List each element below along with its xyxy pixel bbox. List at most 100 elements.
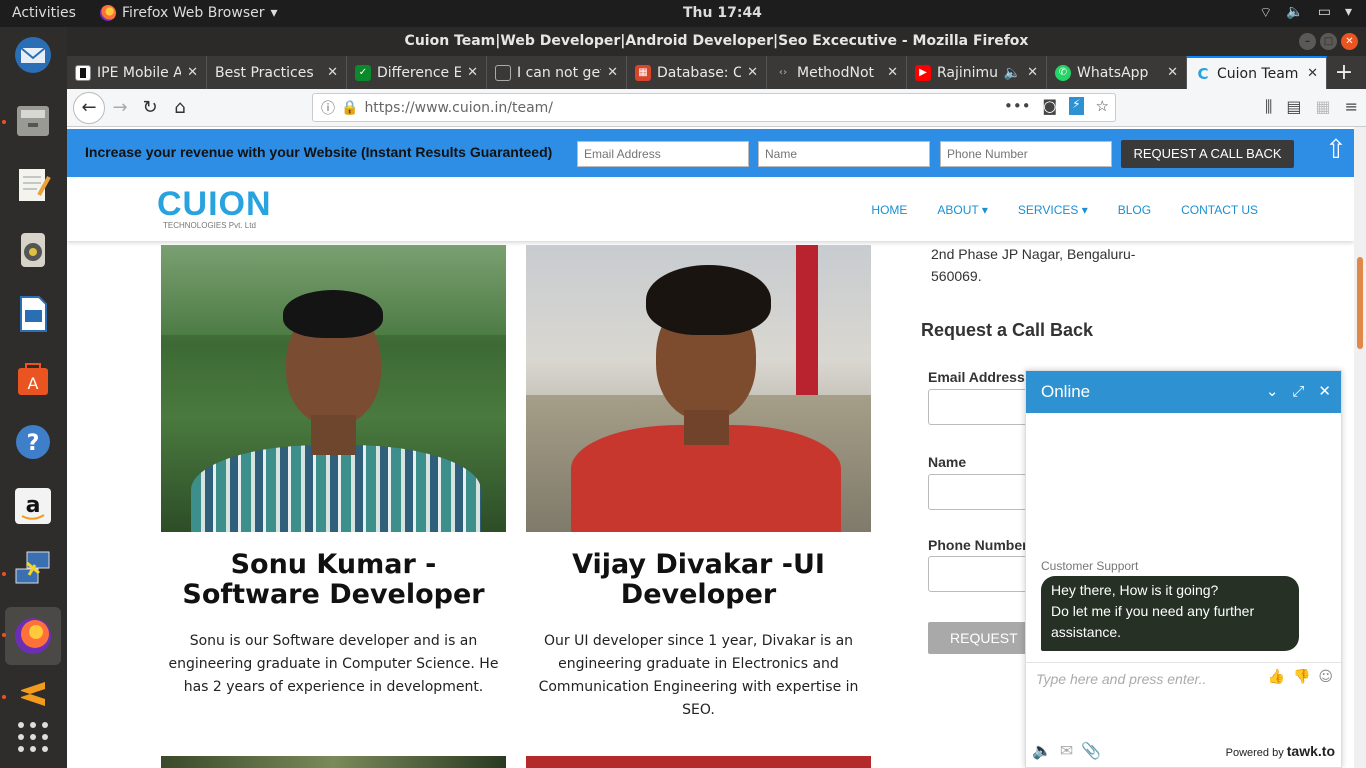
- minimize-button[interactable]: –: [1299, 33, 1316, 50]
- menu-services[interactable]: SERVICES ▾: [1018, 203, 1088, 217]
- firefox-icon: [100, 5, 116, 21]
- close-tab-icon[interactable]: ✕: [607, 65, 618, 80]
- close-tab-icon[interactable]: ✕: [467, 65, 478, 80]
- maximize-button[interactable]: □: [1320, 33, 1337, 50]
- screenshot-icon[interactable]: ▦: [1315, 97, 1330, 117]
- page-actions-icon[interactable]: •••: [1004, 97, 1031, 115]
- request-button[interactable]: REQUEST: [928, 622, 1038, 654]
- app-menu-label: Firefox Web Browser: [122, 5, 265, 21]
- writer-icon[interactable]: [9, 290, 57, 338]
- menu-home[interactable]: HOME: [871, 203, 907, 217]
- lock-icon[interactable]: 🔒: [341, 100, 358, 116]
- info-icon[interactable]: ⓘ: [321, 98, 335, 118]
- tab-ipe-mobile[interactable]: IPE Mobile A ✕: [67, 56, 207, 89]
- request-call-back-button[interactable]: REQUEST A CALL BACK: [1121, 140, 1294, 168]
- close-tab-icon[interactable]: ✕: [327, 65, 338, 80]
- extension-icon[interactable]: ⚡: [1069, 97, 1084, 115]
- name-field[interactable]: [928, 474, 1038, 510]
- member-bio: Sonu is our Software developer and is an…: [168, 633, 499, 695]
- bookmark-star-icon[interactable]: ☆: [1096, 97, 1109, 115]
- checkmark-icon: ✓: [355, 64, 371, 81]
- page-scrollbar[interactable]: [1354, 127, 1366, 768]
- tab-database[interactable]: ▦ Database: C ✕: [627, 56, 767, 89]
- agent-name: Customer Support: [1041, 559, 1139, 573]
- clock[interactable]: Thu 17:44: [683, 5, 762, 21]
- menu-blog[interactable]: BLOG: [1118, 203, 1151, 217]
- app-menu[interactable]: Firefox Web Browser ▾: [100, 5, 278, 21]
- close-tab-icon[interactable]: ✕: [1307, 66, 1318, 81]
- battery-icon: ▭: [1317, 4, 1331, 20]
- url-bar[interactable]: ⓘ 🔒 https://www.cuion.in/team/ ••• ◙ ⚡ ☆: [312, 93, 1116, 122]
- arrow-up-icon[interactable]: ⇧: [1325, 135, 1347, 165]
- tab-rajinimurugan[interactable]: ▶ Rajinimur 🔈 ✕: [907, 56, 1047, 89]
- tab-difference[interactable]: ✓ Difference E ✕: [347, 56, 487, 89]
- show-applications-icon[interactable]: [9, 713, 57, 761]
- close-window-button[interactable]: ✕: [1341, 33, 1358, 50]
- email-label: Email Address: [928, 369, 1025, 385]
- phone-field[interactable]: [928, 556, 1038, 592]
- thumbs-up-icon[interactable]: 👍: [1268, 669, 1285, 685]
- email-icon[interactable]: ✉: [1060, 741, 1073, 760]
- files-icon[interactable]: [9, 97, 57, 145]
- popout-icon[interactable]: ⤢: [1292, 371, 1304, 413]
- thunderbird-icon[interactable]: [9, 31, 57, 79]
- chevron-down-icon[interactable]: ⌄: [1266, 371, 1279, 413]
- sidebar-icon[interactable]: ▤: [1286, 97, 1301, 117]
- text-editor-icon[interactable]: [9, 161, 57, 209]
- thumbs-down-icon[interactable]: 👎: [1293, 669, 1310, 685]
- reload-button[interactable]: ↻: [135, 93, 165, 123]
- email-field[interactable]: [928, 389, 1038, 425]
- member-photo: [526, 245, 871, 532]
- sound-icon[interactable]: 🔈: [1032, 741, 1052, 760]
- cuion-logo[interactable]: CUION TECHNOLOGIES Pvt. Ltd: [157, 187, 272, 230]
- phone-label: Phone Number: [928, 537, 1028, 553]
- pocket-icon[interactable]: ◙: [1043, 97, 1058, 115]
- window-titlebar[interactable]: Cuion Team|Web Developer|Android Develop…: [67, 27, 1366, 56]
- name-label: Name: [928, 454, 967, 470]
- tab-whatsapp[interactable]: ✆ WhatsApp ✕: [1047, 56, 1187, 89]
- promo-phone-input[interactable]: [940, 141, 1112, 167]
- firefox-dock-icon[interactable]: [5, 607, 61, 665]
- rhythmbox-icon[interactable]: [9, 226, 57, 274]
- chat-header[interactable]: Online ⌄ ⤢ ✕: [1026, 371, 1341, 413]
- system-tray[interactable]: ⌔ 🔈 ▭ ▾: [1259, 4, 1352, 22]
- tab-strip: IPE Mobile A ✕ Best Practices ✕ ✓ Differ…: [67, 56, 1366, 89]
- menu-about[interactable]: ABOUT ▾: [937, 203, 987, 217]
- chevron-down-icon: ▾: [270, 5, 278, 21]
- tab-methodnot[interactable]: ‹› MethodNot ✕: [767, 56, 907, 89]
- navigation-bar: ← → ↻ ⌂ ⓘ 🔒 https://www.cuion.in/team/ •…: [67, 89, 1366, 127]
- laravel-icon: ▦: [635, 64, 651, 81]
- member-bio: Our UI developer since 1 year, Divakar i…: [538, 633, 859, 718]
- svg-text:a: a: [26, 493, 41, 518]
- request-call-back-title: Request a Call Back: [921, 320, 1094, 340]
- menu-contact-us[interactable]: CONTACT US: [1181, 203, 1258, 217]
- powered-by[interactable]: Powered by tawk.to: [1226, 743, 1335, 759]
- close-tab-icon[interactable]: ✕: [1027, 65, 1038, 80]
- software-center-icon[interactable]: A: [9, 354, 57, 402]
- close-tab-icon[interactable]: ✕: [1167, 65, 1178, 80]
- library-icon[interactable]: ⫼: [1265, 97, 1272, 117]
- forward-button[interactable]: →: [105, 93, 135, 123]
- home-button[interactable]: ⌂: [165, 93, 195, 123]
- remote-desktop-icon[interactable]: [9, 545, 57, 593]
- close-tab-icon[interactable]: ✕: [887, 65, 898, 80]
- speaker-icon[interactable]: 🔈: [1004, 65, 1021, 81]
- help-icon[interactable]: ?: [9, 418, 57, 466]
- amazon-icon[interactable]: a: [9, 482, 57, 530]
- new-tab-button[interactable]: +: [1327, 56, 1361, 89]
- close-tab-icon[interactable]: ✕: [747, 65, 758, 80]
- emoji-icon[interactable]: ☺: [1318, 669, 1333, 685]
- chat-message: Hey there, How is it going? Do let me if…: [1041, 576, 1299, 651]
- tab-i-can-not-get[interactable]: I can not get ✕: [487, 56, 627, 89]
- close-icon[interactable]: ✕: [1318, 371, 1331, 413]
- promo-name-input[interactable]: [758, 141, 930, 167]
- promo-email-input[interactable]: [577, 141, 749, 167]
- close-tab-icon[interactable]: ✕: [187, 65, 198, 80]
- back-button[interactable]: ←: [73, 91, 105, 124]
- tab-cuion-team[interactable]: C Cuion Team ✕: [1187, 56, 1327, 89]
- activities-button[interactable]: Activities: [12, 5, 76, 21]
- attachment-icon[interactable]: 📎: [1081, 741, 1101, 760]
- scrollbar-thumb[interactable]: [1357, 257, 1363, 349]
- tab-best-practices[interactable]: Best Practices ✕: [207, 56, 347, 89]
- menu-icon[interactable]: ≡: [1345, 97, 1358, 117]
